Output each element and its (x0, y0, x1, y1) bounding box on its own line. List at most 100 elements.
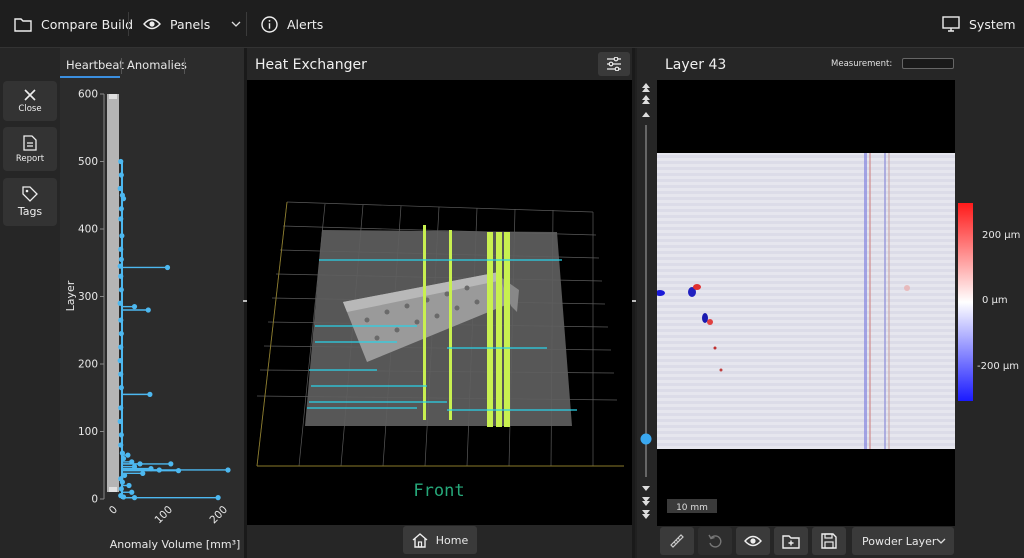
view-settings-button[interactable] (598, 52, 630, 76)
scrollbar-bottom-handle[interactable] (109, 487, 117, 492)
report-icon (23, 134, 37, 151)
colorbar-label-min: -200 µm (977, 361, 1019, 372)
report-button[interactable]: Report (3, 127, 57, 171)
close-icon (24, 88, 36, 101)
tab-heartbeat[interactable]: Heartbeat (66, 58, 124, 72)
y-tick-label: 100 (78, 426, 98, 438)
chevron-down-icon (936, 538, 946, 544)
sliders-icon (607, 57, 621, 71)
folder-icon (14, 17, 32, 32)
data-point[interactable] (131, 304, 138, 310)
chevron-down-icon (231, 21, 241, 27)
panels-button[interactable]: Panels (143, 0, 241, 48)
viewer-title: Heat Exchanger (255, 57, 367, 73)
side-rail: Close Report Tags (0, 48, 60, 558)
close-button[interactable]: Close (3, 81, 57, 121)
tags-label: Tags (17, 205, 43, 218)
layer-image[interactable]: 10 mm (657, 80, 955, 526)
y-tick-label: 400 (78, 224, 98, 236)
panels-label: Panels (170, 16, 211, 32)
data-point[interactable] (168, 461, 174, 467)
separator (246, 12, 247, 36)
data-point[interactable] (125, 452, 131, 458)
data-point[interactable] (164, 264, 171, 271)
skip-down-icon[interactable] (642, 497, 650, 506)
x-tick-label: 0 (107, 504, 120, 517)
system-button[interactable]: System (942, 0, 1016, 48)
heartbeat-chart[interactable]: 0 100 200 300 400 500 600 0 100 200 Layer Anomaly… (60, 78, 244, 558)
y-tick-label: 300 (78, 291, 98, 303)
layer-type-select[interactable]: Powder Layer (852, 527, 954, 555)
home-label: Home (435, 533, 469, 547)
vertical-axis (256, 201, 288, 467)
tab-anomalies-label: Anomalies (127, 58, 187, 72)
3d-viewer-panel: Heat Exchanger Front Home (247, 48, 632, 558)
3d-scene[interactable]: Front (247, 80, 632, 525)
colorbar-label-zero: 0 µm (982, 295, 1008, 306)
slider-thumb[interactable] (640, 433, 652, 445)
skip-up-icon[interactable] (642, 95, 650, 104)
info-icon (261, 15, 278, 33)
save-icon (821, 533, 837, 549)
compare-build-label: Compare Build (41, 16, 134, 32)
layer-range-scrollbar[interactable] (107, 94, 119, 492)
tab-separator (184, 58, 185, 74)
tab-separator (121, 58, 122, 74)
tags-button[interactable]: Tags (3, 178, 57, 226)
layer-viewer-panel: Layer 43 Measurement: 10 mm 200 µm 0 µm … (637, 48, 1024, 558)
x-tick-label: 200 (207, 504, 230, 527)
3d-viewport[interactable]: Front (247, 80, 632, 525)
ruler-button[interactable] (660, 527, 694, 555)
add-folder-icon (782, 534, 800, 549)
scale-bar-label: 10 mm (676, 503, 708, 513)
home-button[interactable]: Home (403, 526, 477, 554)
data-point[interactable] (225, 467, 231, 473)
separator (128, 12, 129, 36)
monitor-icon (942, 16, 960, 32)
tab-anomalies[interactable]: Anomalies (127, 58, 187, 72)
scrollbar-top-handle[interactable] (109, 94, 117, 99)
data-point[interactable] (147, 391, 153, 397)
data-point[interactable] (129, 489, 135, 495)
layer-type-value: Powder Layer (862, 534, 937, 548)
top-bar: Compare Build Panels Alerts System (0, 0, 1024, 48)
visibility-button[interactable] (736, 527, 770, 555)
data-point[interactable] (145, 307, 151, 313)
eye-icon (143, 18, 161, 30)
y-tick-label: 0 (91, 494, 98, 506)
height-map (657, 153, 955, 449)
view-direction-label: Front (413, 481, 464, 501)
compare-build-button[interactable]: Compare Build (14, 0, 133, 48)
tab-heartbeat-label: Heartbeat (66, 58, 124, 72)
layer-slider[interactable] (639, 80, 653, 526)
heartbeat-panel: Heartbeat Anomalies 0 100 200 300 400 500 600 0… (60, 48, 244, 558)
measurement-label: Measurement: (831, 59, 893, 69)
save-button[interactable] (812, 527, 846, 555)
layer-title: Layer 43 (665, 57, 727, 73)
x-tick-label: 100 (152, 504, 175, 527)
undo-icon (708, 534, 722, 548)
colorbar (958, 203, 973, 401)
step-down-icon[interactable] (642, 486, 650, 491)
y-tick-label: 600 (78, 89, 98, 101)
step-up-icon[interactable] (642, 112, 650, 117)
last-layer-icon[interactable] (642, 510, 650, 519)
alerts-label: Alerts (287, 16, 324, 32)
y-tick-label: 200 (78, 359, 98, 371)
slider-track[interactable] (645, 125, 647, 477)
data-point[interactable] (140, 470, 146, 476)
report-label: Report (15, 153, 45, 164)
alerts-button[interactable]: Alerts (261, 0, 323, 48)
eye-icon (744, 535, 762, 547)
add-folder-button[interactable] (774, 527, 808, 555)
undo-button[interactable] (698, 527, 732, 555)
data-point[interactable] (215, 495, 221, 501)
y-tick-label: 500 (78, 156, 98, 168)
close-label: Close (18, 103, 42, 114)
colorbar-label-max: 200 µm (982, 230, 1021, 241)
data-point[interactable] (126, 482, 132, 489)
first-layer-icon[interactable] (642, 83, 650, 92)
panel-splitter-right[interactable] (632, 48, 635, 558)
splitter-grip[interactable] (632, 300, 636, 302)
measurement-field[interactable] (902, 58, 954, 69)
